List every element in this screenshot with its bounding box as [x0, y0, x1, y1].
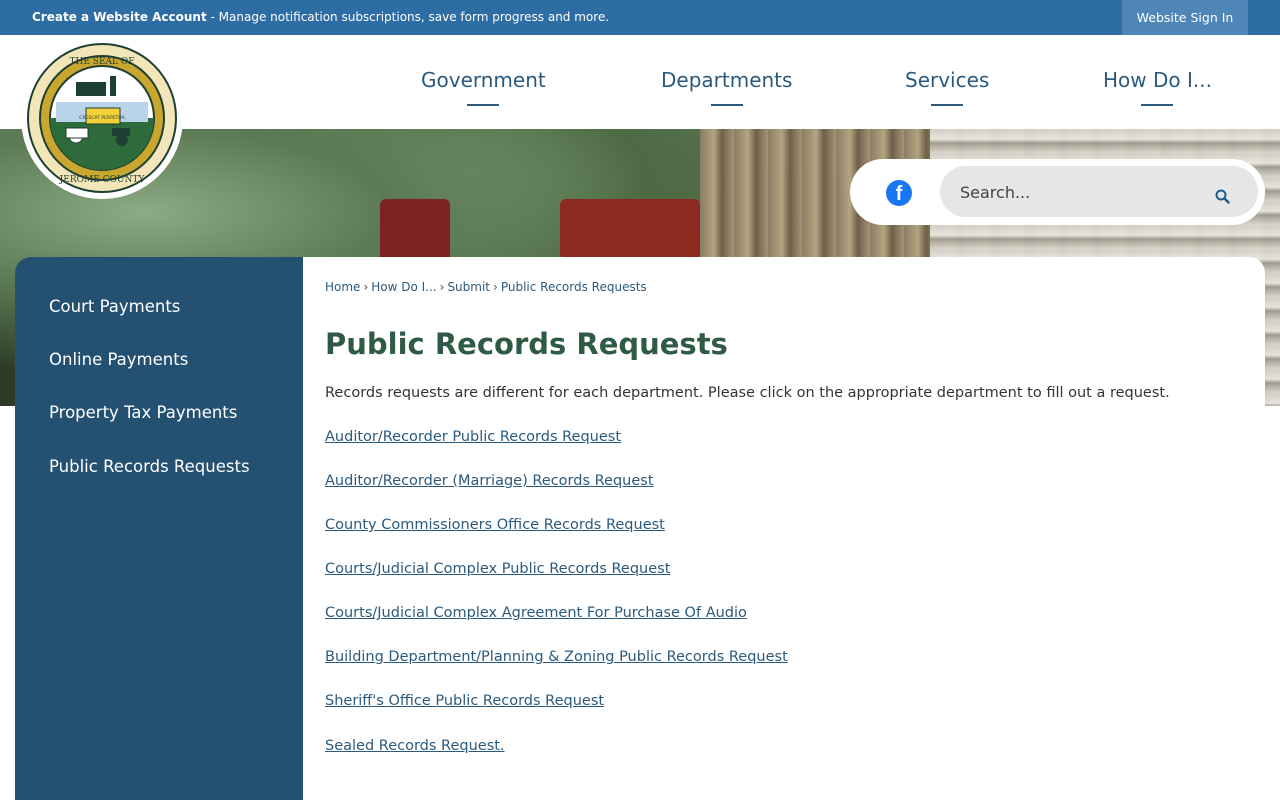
- nav-government[interactable]: Government: [421, 68, 546, 92]
- sidebar-item-online-payments[interactable]: Online Payments: [49, 350, 188, 369]
- nav-how-do-i[interactable]: How Do I...: [1103, 68, 1212, 92]
- link-auditor-recorder-marriage-records[interactable]: Auditor/Recorder (Marriage) Records Requ…: [325, 473, 654, 489]
- create-account-description: - Manage notification subscriptions, sav…: [206, 10, 610, 24]
- breadcrumb-separator: ›: [439, 280, 445, 294]
- website-sign-in-button[interactable]: Website Sign In: [1122, 0, 1248, 35]
- sidebar-item-court-payments[interactable]: Court Payments: [49, 297, 180, 316]
- breadcrumb: Home › How Do I... › Submit › Public Records R…: [325, 280, 647, 294]
- link-sealed-records[interactable]: Sealed Records Request.: [325, 738, 505, 754]
- search-box: [940, 166, 1258, 217]
- intro-text: Records requests are different for each …: [325, 385, 1170, 401]
- seal-text-bottom: JEROME COUNTY: [59, 175, 146, 185]
- create-account-label[interactable]: Create a Website Account: [32, 10, 207, 24]
- link-building-planning-zoning-records[interactable]: Building Department/Planning & Zoning Pu…: [325, 649, 788, 665]
- breadcrumb-current: Public Records Requests: [500, 280, 647, 294]
- breadcrumb-home[interactable]: Home: [325, 280, 360, 294]
- breadcrumb-separator: ›: [493, 280, 498, 294]
- link-auditor-recorder-public-records[interactable]: Auditor/Recorder Public Records Request: [325, 429, 621, 445]
- facebook-icon[interactable]: f: [886, 180, 912, 206]
- seal-text-top: THE SEAL OF: [70, 57, 135, 67]
- top-utility-bar: Create a Website Account - Manage notifi…: [0, 0, 1280, 35]
- nav-services[interactable]: Services: [905, 68, 989, 92]
- nav-departments[interactable]: Departments: [661, 68, 792, 92]
- main-content: Home › How Do I... › Submit › Public Records R…: [303, 257, 1265, 800]
- sidebar-item-public-records-requests[interactable]: Public Records Requests: [49, 457, 250, 476]
- main-navigation: Government Departments Services How Do I…: [0, 35, 1280, 129]
- link-sheriffs-office-records[interactable]: Sheriff's Office Public Records Request: [325, 693, 604, 709]
- site-header: Government Departments Services How Do I…: [0, 35, 1280, 129]
- county-seal-logo[interactable]: THE SEAL OF JEROME COUNTY CRESCAT PERPET…: [24, 40, 180, 196]
- seal-motto: CRESCAT PERPETUA: [79, 115, 125, 121]
- breadcrumb-submit[interactable]: Submit: [447, 280, 490, 294]
- breadcrumb-separator: ›: [363, 280, 369, 294]
- link-county-commissioners-records[interactable]: County Commissioners Office Records Requ…: [325, 517, 665, 533]
- search-input[interactable]: [960, 178, 1210, 206]
- breadcrumb-how-do-i[interactable]: How Do I...: [371, 280, 436, 294]
- seal-icon: THE SEAL OF JEROME COUNTY CRESCAT PERPET…: [27, 43, 177, 193]
- banner-tractor: [560, 199, 700, 259]
- link-courts-public-records[interactable]: Courts/Judicial Complex Public Records R…: [325, 561, 670, 577]
- sidebar-item-property-tax-payments[interactable]: Property Tax Payments: [49, 403, 237, 422]
- create-account-link[interactable]: Create a Website Account - Manage notifi…: [32, 10, 609, 24]
- link-courts-purchase-audio[interactable]: Courts/Judicial Complex Agreement For Pu…: [325, 605, 747, 621]
- page-title: Public Records Requests: [325, 327, 728, 361]
- search-icon[interactable]: [1214, 188, 1232, 206]
- sidebar: Court Payments Online Payments Property …: [15, 257, 303, 800]
